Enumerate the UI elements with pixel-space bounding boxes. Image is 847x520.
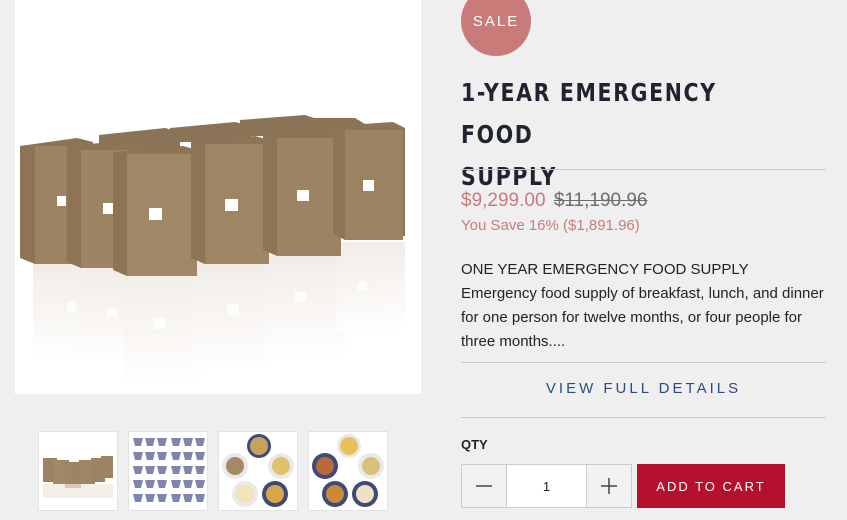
quantity-input[interactable] [506, 465, 587, 507]
sale-badge-label: SALE [472, 12, 520, 30]
thumbnail-pouches[interactable] [128, 431, 208, 511]
description-line: Emergency food supply of breakfast, lunc… [461, 285, 824, 302]
quantity-stepper [461, 464, 632, 508]
price-row: $9,299.00 $11,190.96 [461, 190, 648, 212]
divider [461, 169, 826, 170]
view-full-details-link[interactable]: VIEW FULL DETAILS [461, 380, 826, 397]
description-line: for one person for twelve months, or fou… [461, 309, 803, 326]
sale-price: $9,299.00 [461, 190, 546, 211]
product-description: ONE YEAR EMERGENCY FOOD SUPPLY Emergency… [461, 258, 831, 354]
savings-text: You Save 16% ($1,891.96) [461, 217, 640, 234]
product-title-line-1: 1-YEAR EMERGENCY FOOD [461, 78, 717, 149]
sale-badge: SALE [461, 0, 531, 56]
pouches-thumbnail-image [133, 438, 205, 502]
product-title: 1-YEAR EMERGENCY FOOD SUPPLY [461, 72, 789, 198]
boxes-thumbnail-image [43, 456, 113, 498]
meals-thumbnail-image [222, 434, 294, 507]
add-to-cart-button[interactable]: ADD TO CART [637, 464, 785, 508]
main-product-image[interactable] [15, 0, 421, 394]
increase-qty-button[interactable] [587, 465, 631, 507]
food-boxes-image [20, 115, 405, 380]
product-title-line-2: SUPPLY [461, 162, 558, 191]
minus-icon [476, 485, 492, 487]
thumbnail-meals-2[interactable] [308, 431, 388, 511]
thumbnail-boxes[interactable] [38, 431, 118, 511]
decrease-qty-button[interactable] [462, 465, 506, 507]
thumbnail-meals-1[interactable] [218, 431, 298, 511]
divider [461, 362, 826, 363]
description-heading: ONE YEAR EMERGENCY FOOD SUPPLY [461, 261, 749, 278]
plus-icon [601, 478, 617, 494]
qty-label: QTY [461, 437, 488, 452]
compare-price: $11,190.96 [553, 190, 648, 211]
meals-thumbnail-image-2 [312, 434, 384, 507]
divider [461, 417, 826, 418]
description-line: three months.... [461, 333, 566, 350]
